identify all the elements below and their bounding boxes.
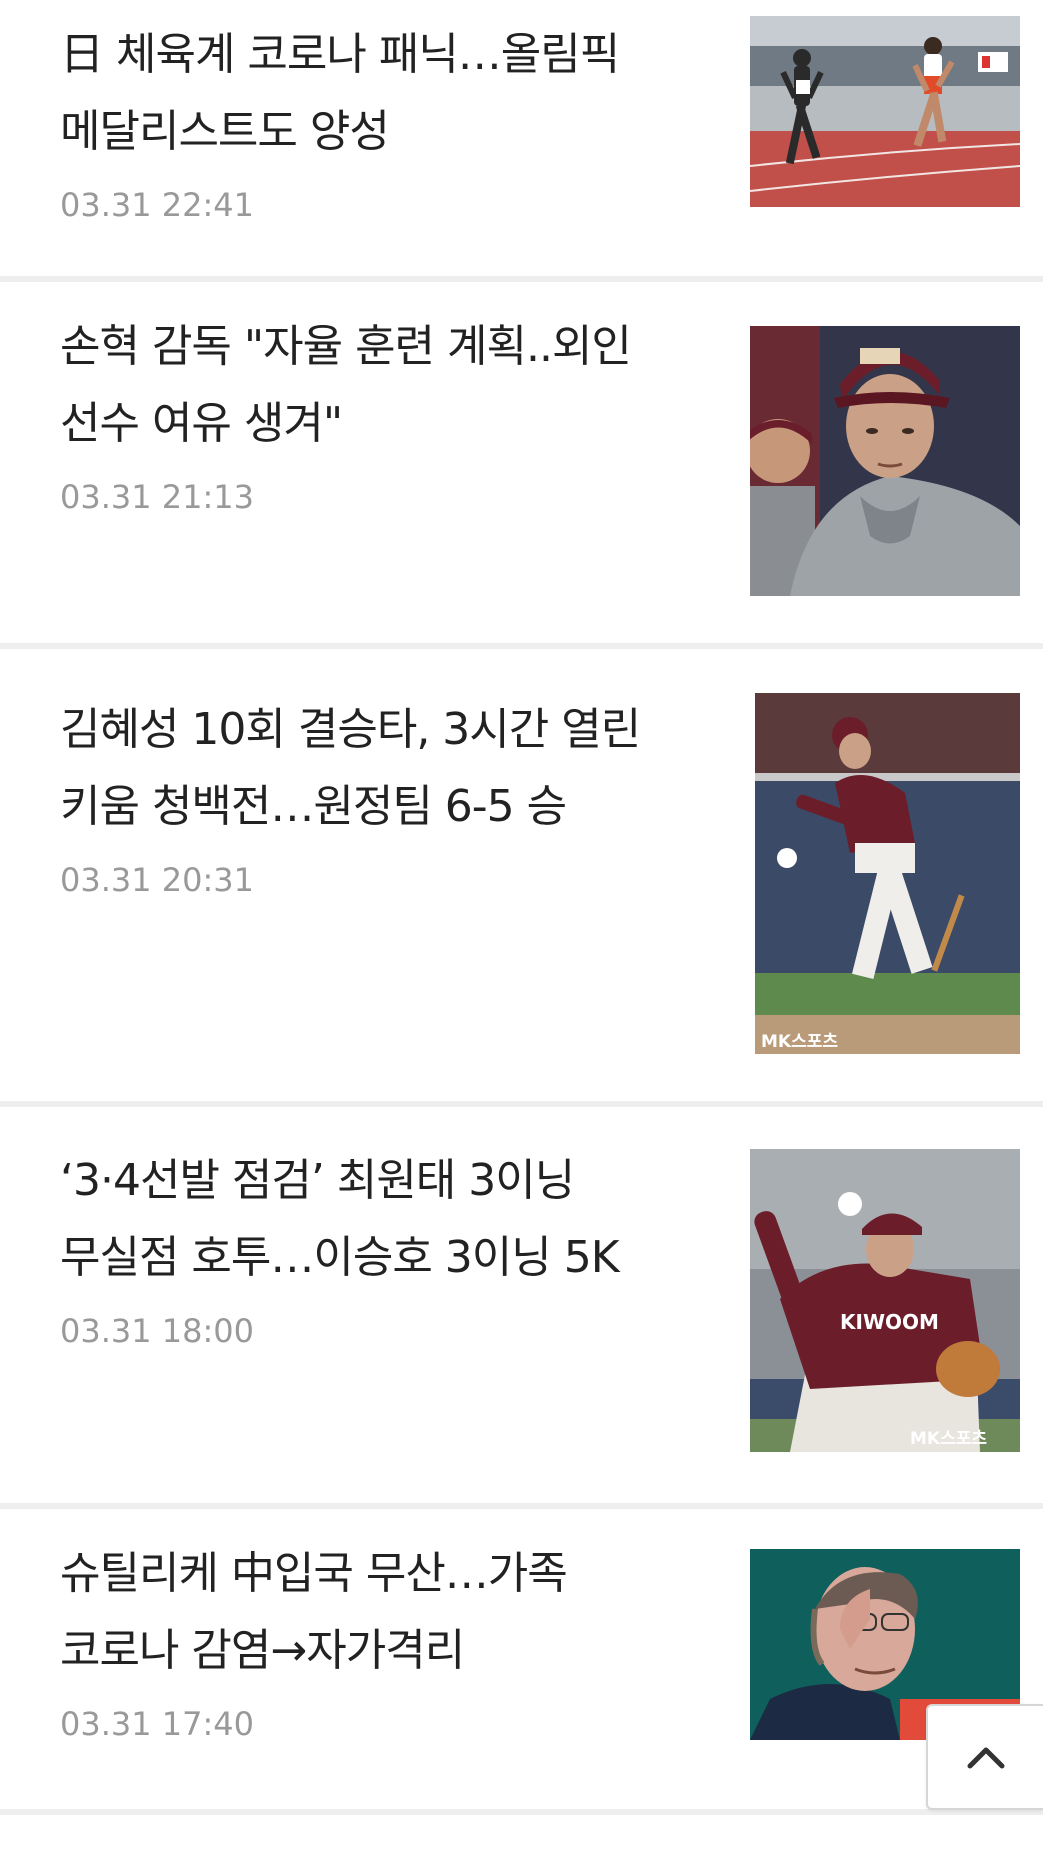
article-title[interactable]: 손혁 감독 "자율 훈련 계획..외인 선수 여유 생겨" [60, 308, 690, 462]
chevron-up-icon [967, 1747, 1004, 1769]
article-title[interactable]: 日 체육계 코로나 패닉…올림픽 메달리스트도 양성 [60, 16, 690, 170]
article-date: 03.31 18:00 [60, 1312, 254, 1350]
article-thumbnail[interactable]: KIWOOM MK스포츠 [750, 1149, 1020, 1452]
article-item-4[interactable]: ‘3·4선발 점검’ 최원태 3이닝 무실점 호투…이승호 3이닝 5K 1… … [0, 1107, 1043, 1503]
article-thumbnail[interactable] [750, 326, 1020, 596]
article-date: 03.31 21:13 [60, 478, 254, 516]
mk-sports-watermark: MK스포츠 [761, 1032, 838, 1052]
article-date: 03.31 17:40 [60, 1705, 254, 1743]
divider [0, 1809, 1043, 1815]
article-item-5[interactable]: 슈틸리케 中입국 무산…가족 코로나 감염→자가격리 03.31 17:40 [0, 1509, 1043, 1809]
scroll-to-top-button[interactable] [926, 1704, 1043, 1810]
article-title[interactable]: 슈틸리케 中입국 무산…가족 코로나 감염→자가격리 [60, 1535, 690, 1689]
article-thumbnail[interactable] [750, 16, 1020, 207]
article-title[interactable]: 김혜성 10회 결승타, 3시간 열린 키움 청백전…원정팀 6-5 승 [60, 691, 690, 845]
article-item-3[interactable]: 김혜성 10회 결승타, 3시간 열린 키움 청백전…원정팀 6-5 승 03.… [0, 649, 1043, 1101]
article-thumbnail[interactable]: MK스포츠 [755, 693, 1020, 1054]
svg-text:KIWOOM: KIWOOM [840, 1310, 939, 1334]
article-date: 03.31 20:31 [60, 861, 254, 899]
mk-sports-watermark: MK스포츠 [910, 1429, 987, 1449]
article-date: 03.31 22:41 [60, 186, 254, 224]
article-item-2[interactable]: 손혁 감독 "자율 훈련 계획..외인 선수 여유 생겨" 03.31 21:1… [0, 282, 1043, 643]
article-title[interactable]: ‘3·4선발 점검’ 최원태 3이닝 무실점 호투…이승호 3이닝 5K 1… [60, 1142, 690, 1296]
article-item-1[interactable]: 日 체육계 코로나 패닉…올림픽 메달리스트도 양성 03.31 22:41 [0, 0, 1043, 276]
